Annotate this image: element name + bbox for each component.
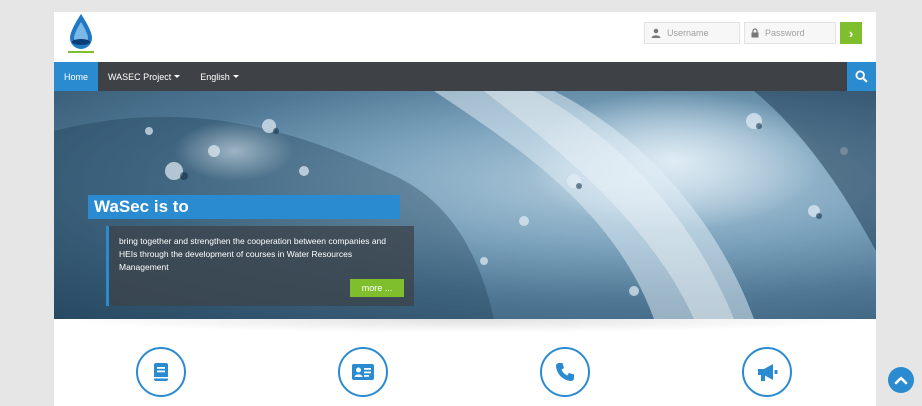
site-header: › [54,12,876,62]
feature-id-card[interactable] [338,347,388,397]
feature-megaphone[interactable] [742,347,792,397]
site-logo[interactable] [64,12,98,56]
nav-home[interactable]: Home [54,62,99,91]
username-input[interactable] [667,23,737,43]
book-icon [154,363,168,381]
nav-wasec-project-label: WASEC Project [108,71,172,82]
hero-shadow [54,319,876,333]
username-field-wrapper [644,22,740,44]
user-icon [645,23,667,43]
caret-down-icon [174,75,181,78]
login-button[interactable]: › [840,22,862,44]
nav-home-label: Home [64,71,89,82]
search-icon [855,70,868,83]
lock-icon [745,23,765,43]
search-button[interactable] [847,62,876,91]
main-navbar: Home WASEC Project English [54,62,876,91]
chevron-right-icon: › [848,25,854,41]
feature-book[interactable] [136,347,186,397]
password-input[interactable] [765,23,835,43]
phone-icon [556,363,574,381]
nav-wasec-project[interactable]: WASEC Project [98,62,190,91]
hero-slider: WaSec is to bring together and strengthe… [54,91,876,319]
nav-language[interactable]: English [190,62,249,91]
scroll-to-top-button[interactable] [888,367,914,393]
nav-language-label: English [200,71,230,82]
page-container: › Home WASEC Project English [54,12,876,406]
id-card-icon [352,364,374,380]
hero-title: WaSec is to [88,195,400,219]
megaphone-icon [758,364,778,381]
chevron-up-icon [894,376,908,385]
hero-description: bring together and strengthen the cooper… [119,236,386,272]
more-button[interactable]: more ... [350,279,404,297]
feature-phone[interactable] [540,347,590,397]
caret-down-icon [232,75,239,78]
password-field-wrapper [744,22,836,44]
